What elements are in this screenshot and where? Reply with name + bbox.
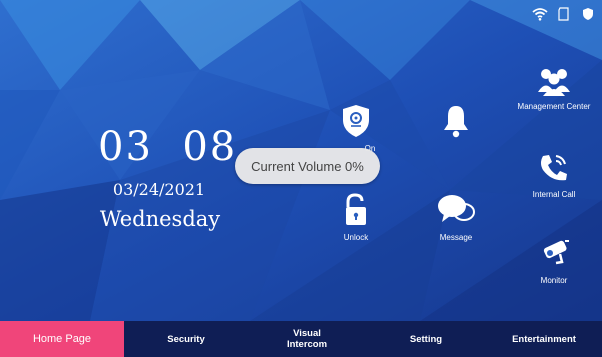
status-bar (532, 4, 596, 24)
internal-call-tile[interactable]: Internal Call (520, 152, 588, 199)
alarm-tile[interactable] (426, 104, 486, 144)
volume-toast: Current Volume 0% (235, 148, 380, 184)
speech-bubbles-icon (436, 193, 476, 229)
tab-visual-intercom-line1: Visual (293, 328, 321, 339)
clock-weekday: Wednesday (99, 207, 221, 231)
camera-icon (538, 238, 570, 272)
management-center-label: Management Center (517, 102, 591, 111)
shield-pin-icon (341, 104, 371, 140)
clock-time: 03 08 (98, 124, 235, 170)
unlock-tile[interactable]: Unlock (334, 193, 378, 242)
tab-home-page[interactable]: Home Page (0, 321, 124, 357)
tab-entertainment[interactable]: Entertainment (486, 321, 602, 357)
tab-security[interactable]: Security (124, 321, 248, 357)
clock-minute: 08 (182, 124, 238, 170)
management-center-tile[interactable]: Management Center (508, 66, 600, 111)
unlock-label: Unlock (343, 233, 369, 242)
clock-hour: 03 (98, 124, 153, 170)
shield-icon (580, 6, 596, 22)
tab-visual-intercom-line2: Intercom (286, 339, 328, 350)
internal-call-label: Internal Call (532, 190, 576, 199)
wifi-icon (532, 6, 548, 22)
people-group-icon (537, 66, 571, 98)
arm-tile[interactable]: On (328, 104, 384, 153)
tab-setting[interactable]: Setting (366, 321, 486, 357)
phone-ringing-icon (537, 152, 571, 186)
clock-date: 03/24/2021 (112, 180, 206, 199)
message-label: Message (439, 233, 473, 242)
tab-visual-intercom[interactable]: Visual Intercom (248, 321, 366, 357)
bottom-navigation: Home Page Security Visual Intercom Setti… (0, 321, 602, 357)
monitor-label: Monitor (540, 276, 568, 285)
home-screen: 03 08 03/24/2021 Wednesday On Unlock Mes… (0, 0, 602, 357)
bell-icon (441, 104, 471, 140)
monitor-tile[interactable]: Monitor (524, 238, 584, 285)
sd-card-icon (556, 6, 572, 22)
padlock-open-icon (342, 193, 370, 229)
message-tile[interactable]: Message (428, 193, 484, 242)
